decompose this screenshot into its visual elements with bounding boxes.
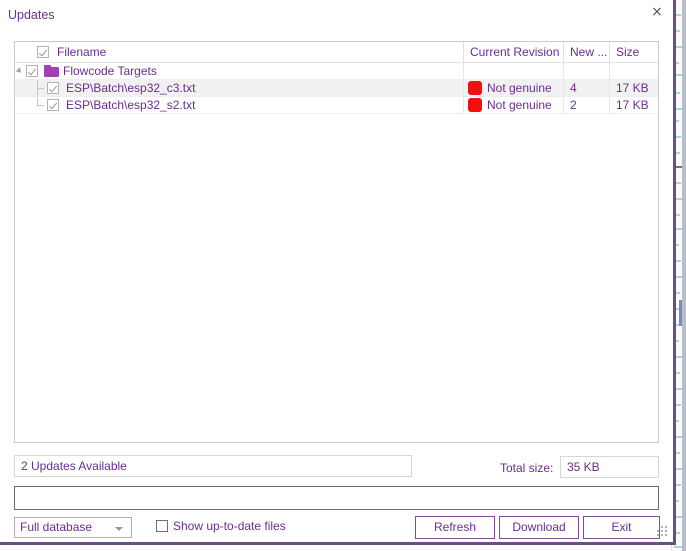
file-name-label: ESP\Batch\esp32_c3.txt bbox=[66, 81, 196, 95]
file-name-cell[interactable]: ESP\Batch\esp32_c3.txt bbox=[15, 80, 464, 96]
total-size-label: Total size: bbox=[500, 461, 554, 475]
file-current-revision-cell: Not genuine bbox=[464, 80, 564, 96]
group-new-revision bbox=[564, 63, 610, 79]
group-label: Flowcode Targets bbox=[63, 64, 157, 78]
group-name-cell[interactable]: Flowcode Targets bbox=[15, 63, 464, 79]
file-size: 17 KB bbox=[616, 81, 649, 95]
updates-file-list[interactable]: Filename Current Revision New ... Size F… bbox=[14, 41, 659, 443]
tree-connector-icon bbox=[29, 97, 47, 113]
exit-button[interactable]: Exit bbox=[583, 516, 660, 539]
chevron-down-icon bbox=[115, 527, 123, 531]
table-row-group[interactable]: Flowcode Targets bbox=[15, 63, 658, 80]
file-name-label: ESP\Batch\esp32_s2.txt bbox=[66, 98, 196, 112]
database-select-label: Full database bbox=[20, 520, 93, 534]
page-title: Updates bbox=[8, 8, 55, 22]
dialog-titlebar: Updates × bbox=[0, 0, 673, 30]
group-size bbox=[610, 63, 658, 79]
folder-icon bbox=[44, 65, 59, 77]
table-header: Filename Current Revision New ... Size bbox=[15, 42, 658, 63]
updates-status-field: 2 Updates Available bbox=[14, 455, 412, 477]
file-checkbox[interactable] bbox=[47, 82, 59, 94]
table-row[interactable]: ESP\Batch\esp32_s2.txt Not genuine 2 17 … bbox=[15, 97, 658, 114]
updates-dialog: Updates × Filename Current Revision New … bbox=[0, 0, 676, 545]
show-uptodate-box[interactable] bbox=[156, 520, 168, 532]
status-badge bbox=[468, 81, 482, 95]
close-icon[interactable]: × bbox=[647, 2, 667, 22]
total-size-value: 35 KB bbox=[560, 456, 659, 478]
resize-grip[interactable] bbox=[657, 526, 669, 538]
select-all-checkbox[interactable] bbox=[37, 46, 49, 58]
current-revision-label: Not genuine bbox=[487, 98, 552, 112]
show-uptodate-checkbox[interactable]: Show up-to-date files bbox=[156, 519, 286, 533]
tree-connector-icon bbox=[29, 80, 47, 96]
table-row[interactable]: ESP\Batch\esp32_c3.txt Not genuine 4 17 … bbox=[15, 80, 658, 97]
download-button[interactable]: Download bbox=[499, 516, 579, 539]
window-right-edge bbox=[682, 0, 686, 551]
progress-bar bbox=[14, 486, 659, 510]
column-header-new-revision[interactable]: New ... bbox=[564, 42, 610, 62]
group-current-revision bbox=[464, 63, 564, 79]
column-header-current-revision[interactable]: Current Revision bbox=[464, 42, 564, 62]
file-new-revision: 4 bbox=[564, 80, 610, 96]
file-checkbox[interactable] bbox=[47, 99, 59, 111]
file-size: 17 KB bbox=[616, 98, 649, 112]
file-name-cell[interactable]: ESP\Batch\esp32_s2.txt bbox=[15, 97, 464, 113]
current-revision-label: Not genuine bbox=[487, 81, 552, 95]
column-header-filename[interactable]: Filename bbox=[15, 42, 464, 62]
file-current-revision-cell: Not genuine bbox=[464, 97, 564, 113]
chevron-down-icon[interactable] bbox=[15, 66, 26, 77]
status-badge bbox=[468, 98, 482, 112]
database-select[interactable]: Full database bbox=[14, 517, 132, 538]
refresh-button[interactable]: Refresh bbox=[415, 516, 495, 539]
column-header-size[interactable]: Size bbox=[610, 42, 658, 62]
column-header-filename-label: Filename bbox=[57, 45, 107, 59]
show-uptodate-label: Show up-to-date files bbox=[173, 519, 286, 533]
group-checkbox[interactable] bbox=[26, 65, 38, 77]
file-new-revision: 2 bbox=[564, 97, 610, 113]
